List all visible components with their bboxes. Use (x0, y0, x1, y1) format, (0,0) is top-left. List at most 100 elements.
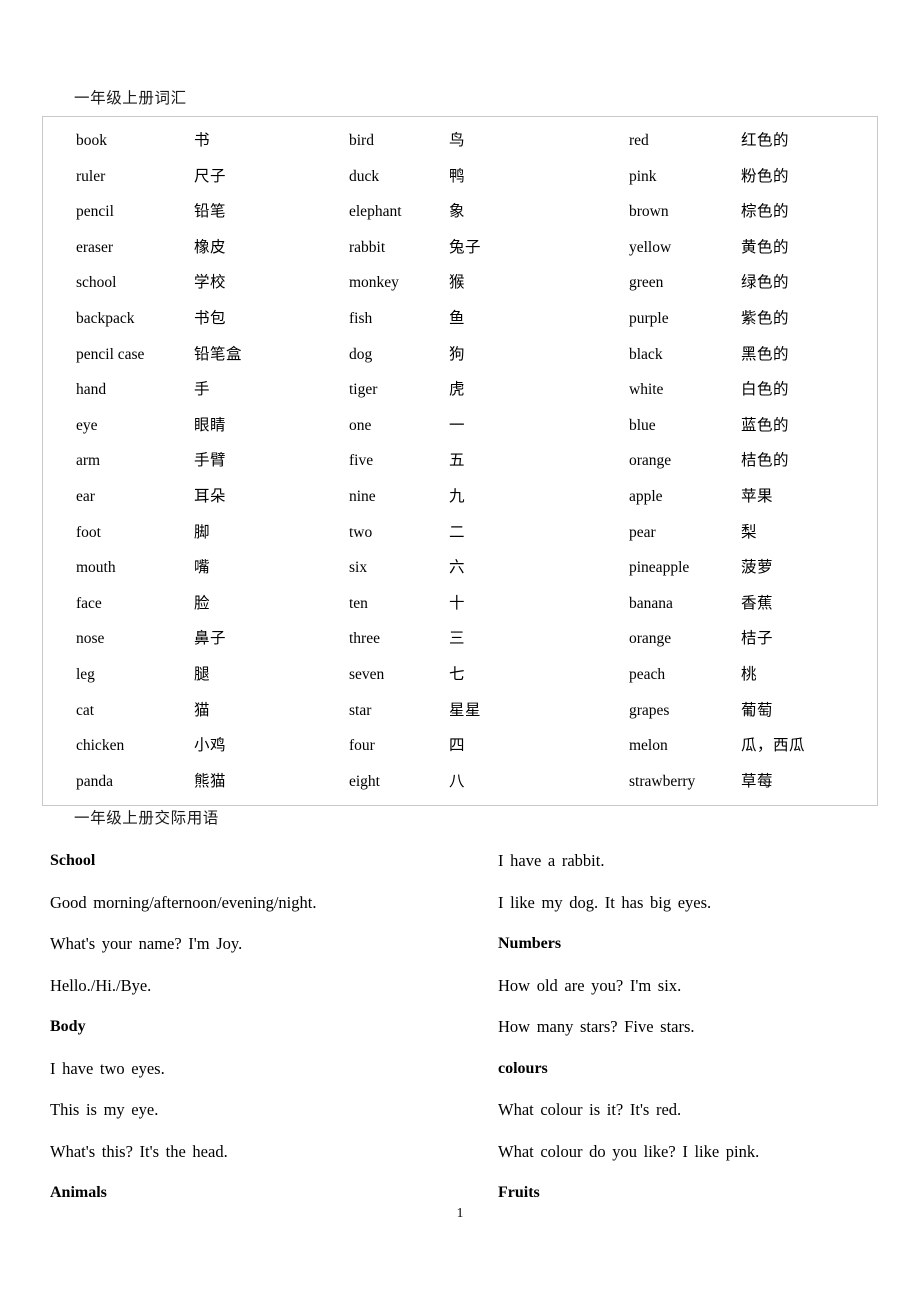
vocabulary-row: dog 狗 (321, 337, 599, 373)
phrases-left-sentence: Good morning/afternoon/evening/night. (50, 892, 317, 912)
vocabulary-row: tiger 虎 (321, 372, 599, 408)
vocabulary-english-word: two (349, 523, 373, 541)
vocabulary-chinese-word: 兔子 (449, 237, 482, 256)
vocabulary-chinese-word: 棕色的 (741, 202, 790, 221)
vocabulary-row: face 脸 (43, 586, 321, 622)
vocabulary-english-word: eight (349, 772, 380, 790)
vocabulary-english-word: grapes (629, 701, 670, 719)
vocabulary-row: pear 梨 (599, 515, 877, 551)
vocabulary-chinese-word: 铅笔盒 (194, 344, 243, 363)
phrases-right-sentence: How many stars? Five stars. (498, 1017, 695, 1036)
vocabulary-row: apple 苹果 (599, 479, 877, 515)
vocabulary-english-word: tiger (349, 381, 378, 399)
vocabulary-row: banana 香蕉 (599, 586, 877, 622)
vocabulary-chinese-word: 五 (449, 451, 466, 470)
vocabulary-chinese-word: 虎 (449, 380, 466, 399)
vocabulary-english-word: yellow (629, 238, 672, 256)
vocabulary-row: hand 手 (43, 372, 321, 408)
vocabulary-row: mouth 嘴 (43, 550, 321, 586)
vocabulary-chinese-word: 耳朵 (194, 486, 227, 505)
vocabulary-chinese-word: 二 (449, 522, 466, 541)
vocabulary-row: pencil case 铅笔盒 (43, 337, 321, 373)
vocabulary-row: five 五 (321, 443, 599, 479)
vocabulary-chinese-word: 鸭 (449, 166, 466, 185)
vocabulary-row: ear 耳朵 (43, 479, 321, 515)
phrases-right-sentence: What colour do you like? I like pink. (498, 1141, 760, 1161)
vocabulary-row: strawberry 草莓 (599, 764, 877, 800)
vocabulary-chinese-word: 小鸡 (194, 736, 227, 755)
vocabulary-row: monkey 猴 (321, 265, 599, 301)
document-page: 一年级上册词汇 book 书 ruler 尺子 pencil 铅笔 eraser 橡皮 scho… (0, 0, 920, 1300)
vocabulary-english-word: school (76, 274, 117, 292)
vocabulary-english-word: green (629, 274, 664, 292)
vocabulary-english-word: four (349, 737, 375, 755)
vocabulary-row: orange 桔色的 (599, 443, 877, 479)
phrases-section: School Good morning/afternoon/evening/nig… (0, 840, 920, 1214)
vocabulary-table: book 书 ruler 尺子 pencil 铅笔 eraser 橡皮 school 学校 back… (42, 116, 878, 806)
vocabulary-chinese-word: 八 (449, 771, 466, 790)
vocabulary-english-word: six (349, 559, 368, 577)
vocabulary-row: nine 九 (321, 479, 599, 515)
vocabulary-row: school 学校 (43, 265, 321, 301)
vocabulary-english-word: nine (349, 487, 376, 505)
vocabulary-chinese-word: 眼睛 (194, 415, 227, 434)
vocabulary-english-word: white (629, 381, 664, 399)
vocabulary-row: backpack 书包 (43, 301, 321, 337)
phrases-right-sentence: How old are you? I'm six. (498, 975, 682, 995)
vocabulary-row: duck 鸭 (321, 159, 599, 195)
vocabulary-row: one 一 (321, 408, 599, 444)
vocabulary-english-word: eraser (76, 238, 113, 256)
vocabulary-row: seven 七 (321, 657, 599, 693)
vocabulary-chinese-word: 猫 (194, 700, 211, 719)
vocabulary-chinese-word: 三 (449, 629, 466, 648)
vocabulary-english-word: mouth (76, 559, 116, 577)
vocabulary-chinese-word: 手 (194, 380, 211, 399)
vocabulary-row: red 红色的 (599, 123, 877, 159)
vocabulary-column-2: bird 鸟 duck 鸭 elephant 象 rabbit 兔子 monkey 猴 fish 鱼 d… (321, 117, 599, 805)
phrases-right-sentence: I have a rabbit. (498, 851, 605, 870)
vocabulary-chinese-word: 九 (449, 486, 466, 505)
vocabulary-english-word: orange (629, 452, 672, 470)
vocabulary-row: ruler 尺子 (43, 159, 321, 195)
vocabulary-chinese-word: 手臂 (194, 451, 227, 470)
vocabulary-english-word: monkey (349, 274, 399, 292)
vocabulary-row: fish 鱼 (321, 301, 599, 337)
vocabulary-row: bird 鸟 (321, 123, 599, 159)
vocabulary-row: white 白色的 (599, 372, 877, 408)
vocabulary-chinese-word: 一 (449, 415, 466, 434)
vocabulary-chinese-word: 脸 (194, 593, 211, 612)
vocabulary-chinese-word: 脚 (194, 522, 211, 541)
vocabulary-row: peach 桃 (599, 657, 877, 693)
vocabulary-row: rabbit 兔子 (321, 230, 599, 266)
vocabulary-row: eye 眼睛 (43, 408, 321, 444)
vocabulary-row: ten 十 (321, 586, 599, 622)
phrases-right-sentence: What colour is it? It's red. (498, 1100, 682, 1119)
vocabulary-english-word: banana (629, 594, 673, 612)
vocabulary-english-word: one (349, 416, 372, 434)
vocabulary-row: foot 脚 (43, 515, 321, 551)
vocabulary-section-heading: 一年级上册词汇 (74, 89, 187, 107)
vocabulary-chinese-word: 书 (194, 131, 211, 149)
vocabulary-chinese-word: 猴 (449, 273, 466, 292)
vocabulary-row: four 四 (321, 728, 599, 764)
vocabulary-chinese-word: 六 (449, 558, 466, 577)
phrases-left-category-heading: School (50, 852, 96, 869)
vocabulary-english-word: orange (629, 630, 672, 648)
vocabulary-english-word: red (629, 132, 649, 149)
vocabulary-english-word: panda (76, 772, 114, 790)
vocabulary-english-word: black (629, 345, 663, 363)
vocabulary-chinese-word: 尺子 (194, 166, 227, 185)
vocabulary-row: book 书 (43, 123, 321, 159)
vocabulary-row: eraser 橡皮 (43, 230, 321, 266)
page-number: 1 (456, 1205, 464, 1220)
vocabulary-chinese-word: 星星 (449, 700, 482, 719)
vocabulary-chinese-word: 菠萝 (741, 558, 774, 577)
phrases-left-column: School Good morning/afternoon/evening/nig… (0, 840, 460, 1214)
vocabulary-english-word: dog (349, 345, 373, 363)
vocabulary-row: elephant 象 (321, 194, 599, 230)
vocabulary-english-word: face (76, 594, 102, 612)
vocabulary-chinese-word: 梨 (741, 522, 758, 541)
vocabulary-english-word: pineapple (629, 559, 690, 577)
vocabulary-english-word: strawberry (629, 772, 696, 790)
vocabulary-english-word: seven (349, 665, 385, 683)
